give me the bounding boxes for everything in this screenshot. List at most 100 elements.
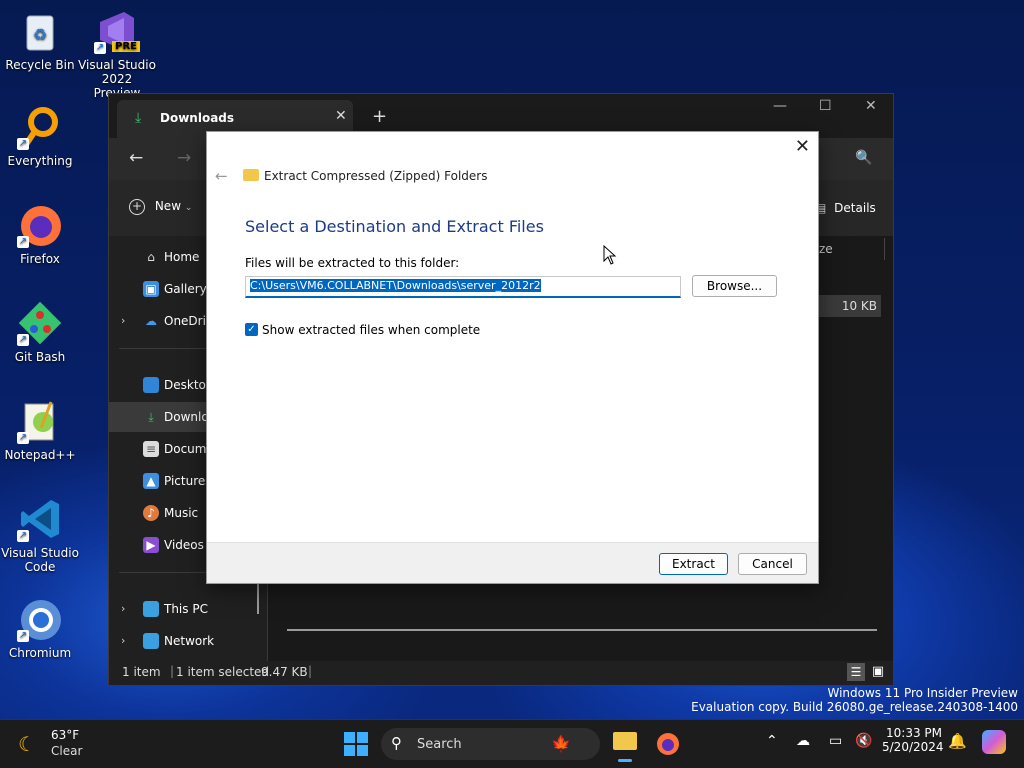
details-view-icon[interactable]: ☰: [847, 663, 865, 681]
dialog-window-title: Extract Compressed (Zipped) Folders: [264, 169, 488, 183]
status-size: 9.47 KB: [261, 665, 308, 679]
clock-time: 10:33 PM: [886, 726, 942, 740]
windows-logo-icon: [344, 732, 368, 756]
browse-button[interactable]: Browse...: [692, 275, 777, 297]
details-button-label: Details: [834, 201, 876, 215]
column-divider: [884, 238, 885, 260]
sidebar-item-label: Home: [164, 250, 200, 264]
close-tab-icon[interactable]: ✕: [335, 108, 347, 124]
close-icon[interactable]: ✕: [795, 136, 810, 157]
search-placeholder: Search: [417, 737, 462, 752]
taskbar-file-explorer[interactable]: [610, 726, 640, 762]
network-volume-icon[interactable]: 🔇: [855, 733, 872, 749]
start-button[interactable]: [344, 732, 368, 756]
desktop-icon-visual-studio-code[interactable]: ↗ Visual Studio Code: [0, 496, 80, 574]
home-icon: ⌂: [147, 250, 155, 264]
moon-icon: ☾: [18, 732, 36, 756]
desktop-icon-label: Chromium: [8, 646, 72, 660]
clock-date: 5/20/2024: [882, 740, 944, 754]
display-icon[interactable]: ▭: [829, 733, 842, 749]
show-files-checkbox-label[interactable]: Show extracted files when complete: [262, 323, 480, 337]
chromium-icon: ↗: [17, 596, 63, 642]
sidebar-item-label: This PC: [164, 602, 208, 616]
desktop-icon-git-bash[interactable]: ↗ Git Bash: [0, 300, 80, 364]
horizontal-scrollbar[interactable]: [287, 629, 877, 631]
vscode-icon: ↗: [17, 496, 63, 542]
onedrive-offline-icon[interactable]: ☁: [796, 733, 810, 749]
dialog-heading: Select a Destination and Extract Files: [245, 217, 544, 236]
recycle-bin-icon: ♻: [17, 8, 63, 54]
sidebar-item-label: Gallery: [164, 282, 207, 296]
shortcut-arrow-icon: ↗: [94, 42, 106, 54]
firefox-icon: ↗: [17, 202, 63, 248]
extract-dialog: ✕ ← Extract Compressed (Zipped) Folders …: [206, 131, 819, 584]
pictures-icon: ▲: [143, 473, 159, 489]
search-highlight-icon: 🍁: [551, 734, 571, 753]
chevron-right-icon[interactable]: ›: [121, 602, 125, 615]
new-tab-button[interactable]: +: [372, 106, 387, 127]
dialog-footer: Extract Cancel: [207, 542, 818, 583]
chevron-right-icon[interactable]: ›: [121, 314, 125, 327]
sidebar-item-network[interactable]: › Network: [109, 626, 267, 656]
extract-button[interactable]: Extract: [659, 553, 728, 575]
taskbar: ☾ 63°F Clear ⚲ Search 🍁 ⌃ ☁ ▭ 🔇 10:33 PM…: [0, 719, 1024, 768]
close-window-button[interactable]: ✕: [865, 98, 877, 114]
sidebar-item-label: Network: [164, 634, 215, 648]
watermark-line-2: Evaluation copy. Build 26080.ge_release.…: [691, 700, 1018, 714]
chevron-down-icon: ⌄: [184, 203, 193, 213]
desktop-icon-recycle-bin[interactable]: ♻ Recycle Bin: [0, 8, 80, 72]
back-arrow-icon[interactable]: ←: [215, 167, 228, 185]
shortcut-arrow-icon: ↗: [17, 630, 29, 642]
search-icon: ⚲: [391, 734, 402, 752]
videos-icon: ▶: [143, 537, 159, 553]
taskbar-firefox[interactable]: [656, 732, 680, 756]
new-button[interactable]: + New ⌄: [129, 199, 192, 215]
notification-bell-icon[interactable]: 🔔: [948, 732, 967, 750]
desktop-icon-visual-studio-2022-preview[interactable]: PRE ↗ Visual Studio 2022 Preview: [77, 8, 157, 100]
cancel-button[interactable]: Cancel: [738, 553, 807, 575]
download-icon: ⤓: [135, 110, 142, 126]
mouse-cursor-icon: [603, 245, 617, 265]
search-icon[interactable]: 🔍: [855, 150, 872, 166]
chevron-up-icon[interactable]: ⌃: [766, 733, 778, 749]
desktop-icon-label: Visual Studio Code: [1, 546, 79, 574]
sidebar-item-label: Videos: [164, 538, 204, 552]
maximize-button[interactable]: ☐: [819, 98, 832, 114]
desktop-icon-firefox[interactable]: ↗ Firefox: [0, 202, 80, 266]
active-app-indicator: [618, 759, 632, 762]
status-selected: 1 item selected: [176, 665, 270, 679]
chevron-right-icon[interactable]: ›: [121, 634, 125, 647]
watermark-line-1: Windows 11 Pro Insider Preview: [827, 686, 1018, 700]
details-button[interactable]: ▤ Details: [815, 201, 876, 215]
zipped-folder-icon: [243, 169, 259, 181]
clock[interactable]: 10:33 PM 5/20/2024: [882, 726, 944, 754]
back-arrow-icon[interactable]: ←: [129, 148, 143, 168]
destination-path-input[interactable]: C:\Users\VM6.COLLABNET\Downloads\server_…: [245, 276, 681, 298]
forward-arrow-icon[interactable]: →: [177, 148, 191, 168]
desktop-icon-label: Everything: [7, 154, 73, 168]
sidebar-item-this-pc[interactable]: › This PC: [109, 594, 267, 624]
weather-description: Clear: [51, 744, 83, 758]
column-header-size[interactable]: ze: [819, 242, 833, 256]
desktop-icon-chromium[interactable]: ↗ Chromium: [0, 596, 80, 660]
shortcut-arrow-icon: ↗: [17, 432, 29, 444]
everything-search-icon: ↗: [17, 104, 63, 150]
copilot-preview-icon[interactable]: [982, 730, 1006, 754]
desktop-icon-label: Notepad++: [4, 448, 76, 462]
desktop-icon-everything[interactable]: ↗ Everything: [0, 104, 80, 168]
status-bar: 1 item | 1 item selected 9.47 KB | ☰ ▣: [109, 661, 893, 685]
tiles-view-icon[interactable]: ▣: [869, 663, 887, 681]
path-field-label: Files will be extracted to this folder:: [245, 256, 460, 270]
download-icon: ⤓: [148, 410, 154, 424]
show-files-checkbox[interactable]: ✓: [245, 323, 258, 336]
sidebar-item-label: Music: [164, 506, 199, 520]
file-row[interactable]: 10 KB: [819, 295, 881, 317]
taskbar-search-box[interactable]: ⚲ Search 🍁: [381, 728, 600, 760]
gallery-icon: ▣: [143, 281, 159, 297]
plus-circle-icon: +: [129, 199, 145, 215]
desktop-icon-notepad-plus-plus[interactable]: ↗ Notepad++: [0, 398, 80, 462]
status-item-count: 1 item: [122, 665, 161, 679]
git-bash-icon: ↗: [17, 300, 63, 346]
new-button-label: New: [154, 199, 182, 213]
minimize-button[interactable]: —: [773, 98, 787, 114]
